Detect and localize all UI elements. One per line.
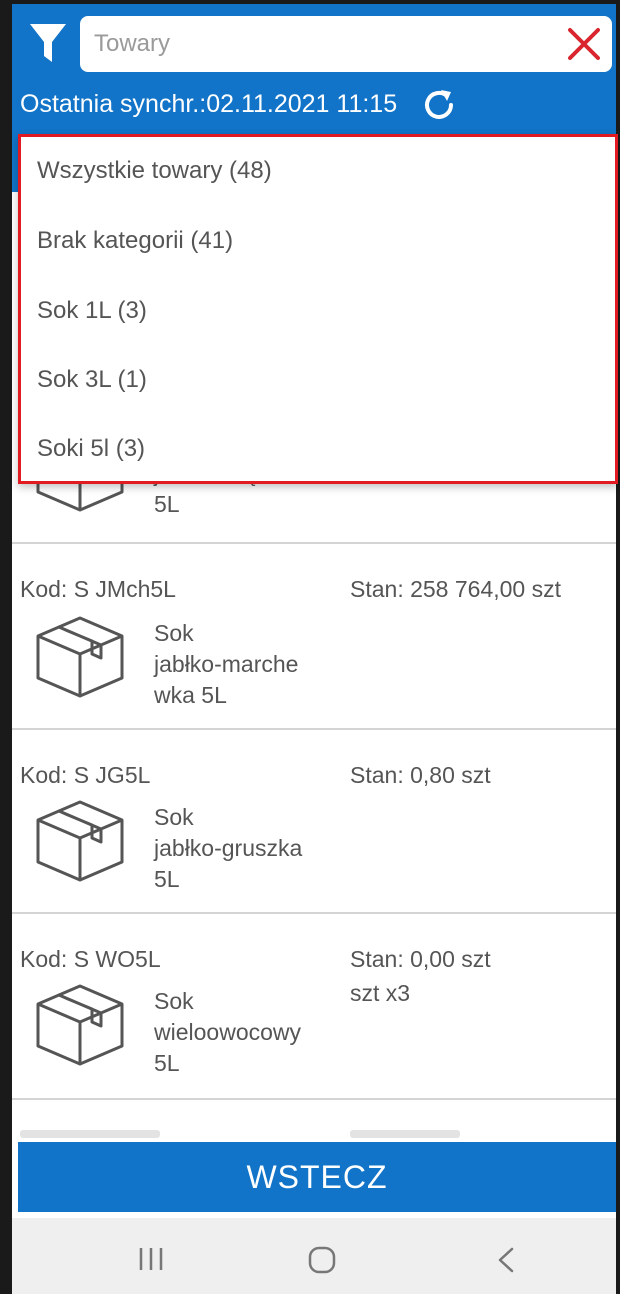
box-icon — [36, 800, 124, 882]
product-name: Sok jabłko-marche wka 5L — [154, 620, 299, 708]
list-item[interactable]: Kod: S JG5L Stan: 0,80 szt Sok jabłko-gr… — [12, 730, 616, 914]
box-icon — [36, 616, 124, 698]
list-item[interactable]: Kod: S WO5L Stan: 0,00 szt szt x3 Sok wi… — [12, 914, 616, 1100]
category-option[interactable]: Soki 5l (3) — [37, 435, 145, 463]
category-option[interactable]: Sok 3L (1) — [37, 366, 147, 394]
product-stock: Stan: 0,00 szt — [350, 946, 491, 972]
list-item[interactable]: Kod: S JMch5L Stan: 258 764,00 szt Sok j… — [12, 544, 616, 730]
product-name: Sok wieloowocowy 5L — [154, 988, 302, 1076]
filter-icon[interactable] — [28, 22, 68, 66]
product-name: Sok jabłko-gruszka 5L — [154, 804, 303, 892]
search-input[interactable] — [94, 24, 554, 64]
system-nav-bar — [12, 1218, 616, 1294]
refresh-icon[interactable] — [420, 86, 458, 124]
product-code: Kod: S JG5L — [20, 762, 151, 788]
category-option[interactable]: Brak kategorii (41) — [37, 227, 233, 255]
product-stock-unit: szt x3 — [350, 980, 411, 1006]
last-sync-label: Ostatnia synchr.:02.11.2021 11:15 — [20, 90, 398, 118]
product-code: Kod: S WO5L — [20, 946, 161, 972]
category-option[interactable]: Sok 1L (3) — [37, 297, 147, 325]
close-icon[interactable] — [566, 26, 602, 62]
back-arrow-icon[interactable] — [496, 1246, 516, 1274]
product-stock: Stan: 258 764,00 szt — [350, 576, 561, 602]
recent-apps-icon[interactable] — [138, 1246, 164, 1272]
category-dropdown: Wszystkie towary (48) Brak kategorii (41… — [18, 134, 618, 484]
clipped-text — [20, 1130, 160, 1138]
home-icon[interactable] — [308, 1246, 336, 1274]
clipped-text — [350, 1130, 460, 1138]
category-option[interactable]: Wszystkie towary (48) — [37, 157, 272, 185]
product-code: Kod: S JMch5L — [20, 576, 176, 602]
box-icon — [36, 984, 124, 1066]
product-stock: Stan: 0,80 szt — [350, 762, 491, 788]
search-box[interactable] — [80, 16, 612, 72]
back-button[interactable]: WSTECZ — [18, 1142, 616, 1212]
list-item[interactable] — [12, 1100, 616, 1138]
